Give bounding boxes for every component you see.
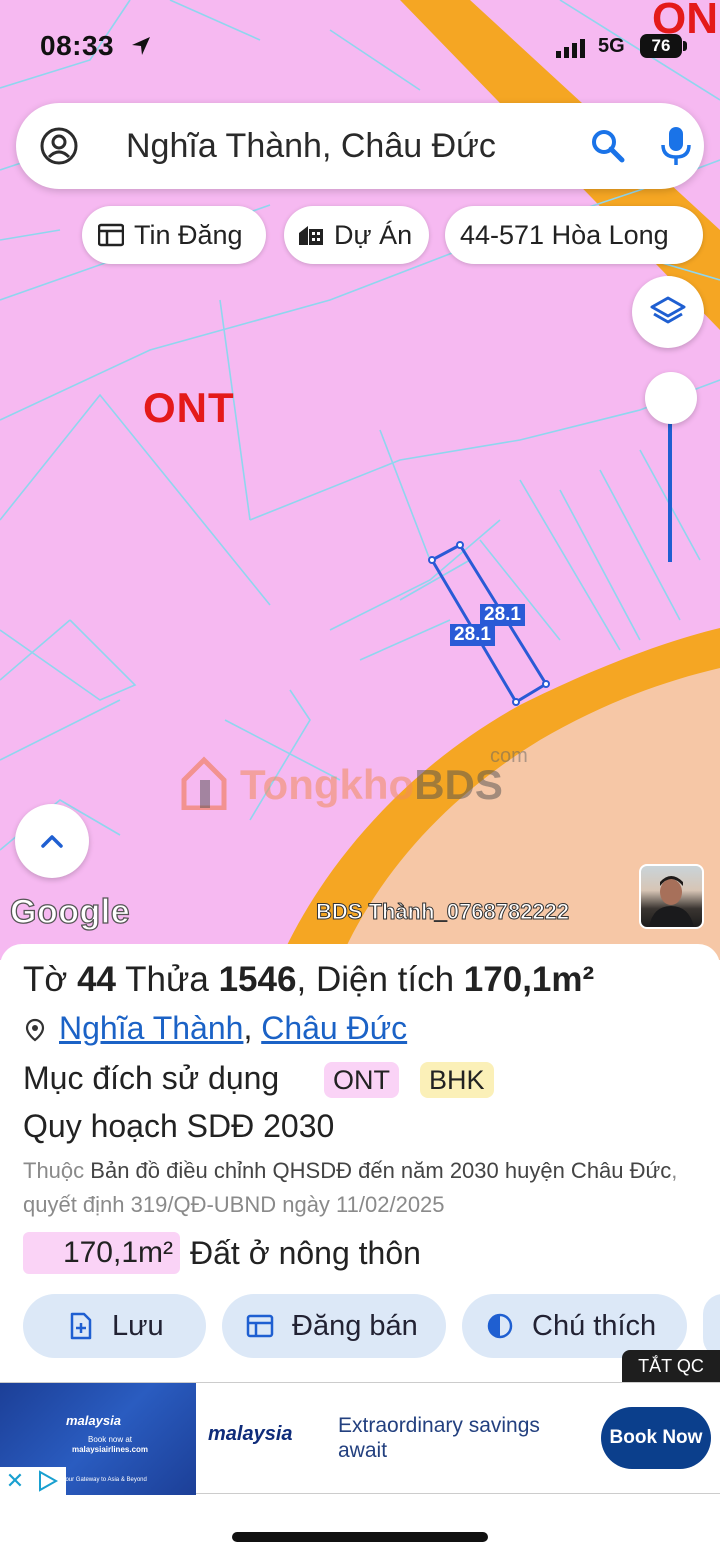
plan-prefix: Thuộc <box>23 1158 85 1183</box>
watermark: TongkhoBDS com <box>180 745 560 815</box>
parcel-number: 1546 <box>218 960 297 999</box>
battery-tip <box>683 41 687 51</box>
google-logo: Google <box>9 892 131 931</box>
edge-length-label: 28.1 <box>480 604 525 626</box>
post-for-sale-button[interactable]: Đăng bán <box>222 1294 446 1358</box>
more-action-button[interactable] <box>703 1294 720 1358</box>
signal-icon <box>556 39 585 58</box>
status-bar: 08:33 5G 76 <box>0 0 720 92</box>
microphone-icon[interactable] <box>656 125 696 167</box>
battery-icon: 76 <box>640 34 682 58</box>
watermark-text-bold: BDS <box>414 761 503 808</box>
plan-name: Bản đồ điều chỉnh QHSDĐ đến năm 2030 huy… <box>90 1158 672 1183</box>
app-root: ON ONT 28.1 28.1 TongkhoBDS com Google B… <box>0 0 720 1557</box>
search-input[interactable]: Nghĩa Thành, Châu Đức <box>126 127 496 166</box>
chip-parcel-id[interactable]: 44-571 Hòa Long <box>445 206 703 264</box>
plan-description: Thuộc Bản đồ điều chỉnh QHSDĐ đến năm 20… <box>23 1154 703 1222</box>
ad-logo: malaysia <box>208 1423 293 1445</box>
layers-button[interactable] <box>632 276 704 348</box>
zone-label: ONT <box>143 384 235 431</box>
home-indicator[interactable] <box>232 1532 488 1542</box>
parcel-label: Thửa <box>125 960 209 999</box>
area-value: 170,1m² <box>463 960 595 999</box>
chip-label: Tin Đăng <box>134 220 243 250</box>
ad-thumb-brand: malaysia <box>66 1413 121 1428</box>
plan-area-badge: 170,1m² <box>23 1232 180 1274</box>
sheet-number: 44 <box>77 960 117 999</box>
hide-ads-button[interactable]: TẮT QC <box>622 1350 720 1382</box>
ad-thumb-tagline: Your Gateway to Asia & Beyond <box>62 1477 147 1483</box>
plan-title: Quy hoạch SDĐ 2030 <box>23 1108 335 1144</box>
ward-link[interactable]: Nghĩa Thành <box>59 1010 243 1046</box>
ad-choices-icon[interactable] <box>30 1467 66 1495</box>
search-icon[interactable] <box>590 128 626 164</box>
chip-label: Dự Án <box>334 220 413 250</box>
ad-thumb-line: Book now at <box>87 1435 133 1444</box>
location-arrow-icon <box>132 37 150 55</box>
location-pin-icon <box>25 1018 45 1042</box>
edge-length-label: 28.1 <box>450 624 495 646</box>
ad-banner[interactable]: malaysia Book now at malaysiairlines.com … <box>0 1382 720 1495</box>
expand-sheet-button[interactable] <box>15 804 89 878</box>
person-photo-icon <box>649 876 694 927</box>
area-label: Diện tích <box>315 960 455 999</box>
save-button[interactable]: Lưu <box>23 1294 206 1358</box>
district-link[interactable]: Châu Đức <box>261 1010 407 1046</box>
book-now-button[interactable]: Book Now <box>601 1407 711 1469</box>
land-use-tag: BHK <box>420 1062 494 1098</box>
ad-close-icon[interactable]: ✕ <box>0 1467 30 1495</box>
ad-thumb-line: malaysiairlines.com <box>71 1445 149 1454</box>
add-file-icon <box>70 1312 92 1340</box>
sheet-label: Tờ <box>23 960 68 999</box>
parcel-title: Tờ 44 Thửa 1546, Diện tích 170,1m² <box>23 960 595 999</box>
watermark-logo-icon <box>181 756 227 810</box>
legend-button[interactable]: Chú thích <box>462 1294 687 1358</box>
legend-label: Chú thích <box>532 1310 657 1342</box>
land-use-label: Mục đích sử dụng <box>23 1060 280 1096</box>
ad-thumb-text: Book now at malaysiairlines.com <box>60 1435 160 1455</box>
opacity-slider-handle[interactable] <box>645 372 697 424</box>
contrast-icon <box>487 1313 513 1339</box>
save-label: Lưu <box>112 1310 164 1342</box>
watermark-text: Tongkho <box>240 761 415 808</box>
chip-projects[interactable]: Dự Án <box>284 206 429 264</box>
network-type: 5G <box>598 35 625 57</box>
land-use-tag: ONT <box>324 1062 399 1098</box>
post-for-sale-label: Đăng bán <box>292 1310 418 1342</box>
play-icon <box>39 1470 59 1492</box>
plan-land-type: Đất ở nông thôn <box>190 1235 421 1271</box>
chip-label: 44-571 Hòa Long <box>460 220 669 250</box>
clock: 08:33 <box>40 30 115 61</box>
layers-icon <box>650 296 686 324</box>
map-credit: BDS Thành_0768782222 <box>315 899 570 925</box>
building-icon <box>299 226 323 245</box>
watermark-suffix: com <box>490 745 528 767</box>
search-bar[interactable]: Nghĩa Thành, Châu Đức <box>16 103 704 189</box>
chip-listings[interactable]: Tin Đăng <box>82 206 266 264</box>
listing-icon <box>246 1314 274 1338</box>
chevron-up-icon <box>41 835 63 848</box>
listing-icon <box>98 223 124 247</box>
credit-avatar[interactable] <box>639 864 704 929</box>
account-icon[interactable] <box>40 127 78 165</box>
ad-copy: Extraordinary savings await <box>338 1414 540 1462</box>
parcel-location: Nghĩa Thành, Châu Đức <box>59 1010 408 1046</box>
